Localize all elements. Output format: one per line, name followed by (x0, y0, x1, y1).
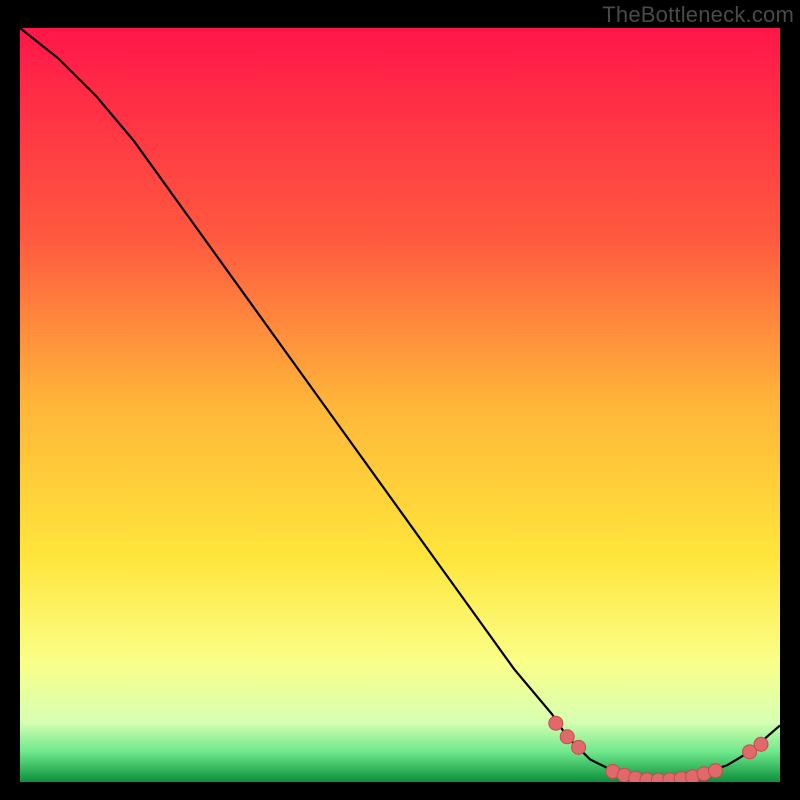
plot-area (20, 28, 780, 782)
marker-dot (549, 716, 563, 730)
chart-svg (20, 28, 780, 782)
marker-dot (754, 737, 768, 751)
marker-dot (572, 740, 586, 754)
chart-frame: TheBottleneck.com (0, 0, 800, 800)
marker-dot (708, 764, 722, 778)
marker-dot (560, 730, 574, 744)
watermark-text: TheBottleneck.com (602, 2, 794, 28)
